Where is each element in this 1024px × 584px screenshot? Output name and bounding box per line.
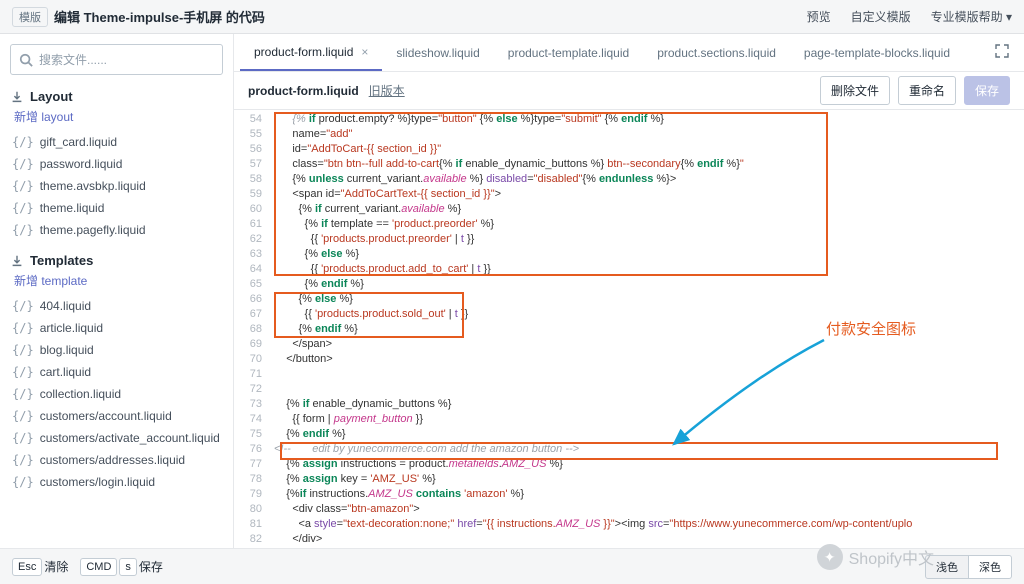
code-editor[interactable]: 5455565758596061626364656667686970717273… [234, 110, 1024, 548]
file-item[interactable]: {/}theme.avsbkp.liquid [10, 175, 223, 197]
file-item[interactable]: {/}article.liquid [10, 317, 223, 339]
cmd-key: CMD [80, 558, 117, 576]
tab[interactable]: product.sections.liquid [643, 34, 790, 71]
file-bar: product-form.liquid 旧版本 删除文件 重命名 保存 [234, 72, 1024, 110]
page-title: 编辑 Theme-impulse-手机屏 的代码 [54, 7, 265, 26]
tab[interactable]: slideshow.liquid [382, 34, 493, 71]
tab[interactable]: product-form.liquid× [240, 34, 382, 71]
file-item[interactable]: {/}404.liquid [10, 295, 223, 317]
light-theme-btn[interactable]: 浅色 [925, 555, 969, 579]
preview-link[interactable]: 预览 [807, 8, 831, 25]
templates-header[interactable]: Templates [10, 253, 223, 268]
file-item[interactable]: {/}blog.liquid [10, 339, 223, 361]
file-item[interactable]: {/}gift_card.liquid [10, 131, 223, 153]
download-icon [10, 254, 24, 268]
theme-toggle: 浅色 深色 [925, 555, 1012, 579]
dark-theme-btn[interactable]: 深色 [969, 555, 1012, 579]
tab[interactable]: page-template-blocks.liquid [790, 34, 964, 71]
file-item[interactable]: {/}theme.liquid [10, 197, 223, 219]
search-input[interactable]: 搜索文件...... [10, 44, 223, 75]
file-item[interactable]: {/}customers/activate_account.liquid [10, 427, 223, 449]
file-item[interactable]: {/}cart.liquid [10, 361, 223, 383]
file-item[interactable]: {/}password.liquid [10, 153, 223, 175]
download-icon [10, 90, 24, 104]
s-key: s [119, 558, 137, 576]
expand-icon[interactable] [986, 43, 1018, 62]
rename-button[interactable]: 重命名 [898, 76, 956, 105]
top-bar: 模版 编辑 Theme-impulse-手机屏 的代码 预览 自定义模版 专业模… [0, 0, 1024, 34]
search-icon [19, 53, 33, 67]
esc-key: Esc [12, 558, 42, 576]
layout-header[interactable]: Layout [10, 89, 223, 104]
file-item[interactable]: {/}collection.liquid [10, 383, 223, 405]
custom-link[interactable]: 自定义模版 [851, 8, 911, 25]
file-item[interactable]: {/}customers/login.liquid [10, 471, 223, 493]
tab-bar: product-form.liquid×slideshow.liquidprod… [234, 34, 1024, 72]
filename: product-form.liquid [248, 84, 359, 98]
version-link[interactable]: 旧版本 [369, 82, 405, 99]
status-bar: Esc 清除 CMD s 保存 浅色 深色 [0, 548, 1024, 584]
tab[interactable]: product-template.liquid [494, 34, 643, 71]
file-item[interactable]: {/}customers/account.liquid [10, 405, 223, 427]
file-item[interactable]: {/}customers/addresses.liquid [10, 449, 223, 471]
close-icon[interactable]: × [361, 45, 368, 59]
save-button[interactable]: 保存 [964, 76, 1010, 105]
template-badge: 模版 [12, 7, 48, 27]
delete-button[interactable]: 删除文件 [820, 76, 890, 105]
file-item[interactable]: {/}theme.pagefly.liquid [10, 219, 223, 241]
file-sidebar: 搜索文件...... Layout 新增 layout {/}gift_card… [0, 34, 234, 548]
help-link[interactable]: 专业模版帮助 ▾ [931, 8, 1012, 25]
add-template-link[interactable]: 新增 template [14, 272, 223, 289]
add-layout-link[interactable]: 新增 layout [14, 108, 223, 125]
